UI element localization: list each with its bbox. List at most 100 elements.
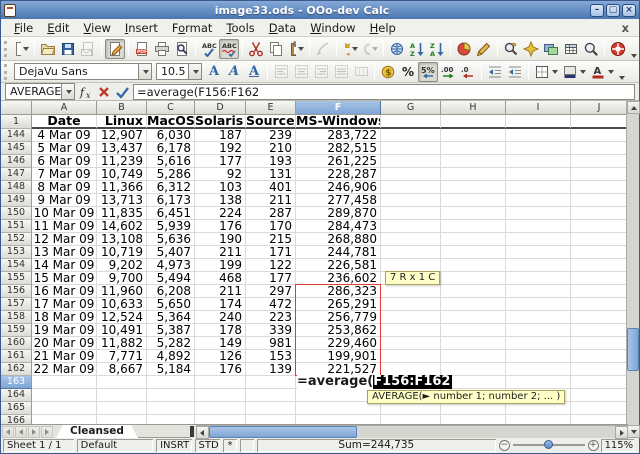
last-sheet-icon[interactable] <box>41 426 53 438</box>
cell[interactable]: 139 <box>246 363 296 376</box>
cell[interactable] <box>571 168 628 181</box>
font-name-value[interactable]: DejaVu Sans <box>14 63 138 80</box>
row-header-161[interactable]: 161 <box>1 350 32 363</box>
cell[interactable] <box>441 285 506 298</box>
cell[interactable]: 9 Mar 09 <box>32 194 97 207</box>
cell[interactable] <box>441 415 506 424</box>
delete-decimal-icon[interactable]: .0 <box>458 62 478 82</box>
spellcheck-icon[interactable]: ABC <box>199 39 219 59</box>
cell[interactable] <box>506 233 571 246</box>
font-size-dropdown-icon[interactable] <box>188 63 202 80</box>
cell[interactable]: 244,781 <box>296 246 381 259</box>
font-color-icon[interactable]: A <box>588 62 616 82</box>
cell[interactable] <box>571 311 628 324</box>
cell[interactable] <box>506 115 571 129</box>
italic-icon[interactable]: A <box>224 62 244 82</box>
cell[interactable]: 240 <box>195 311 246 324</box>
gallery-icon[interactable] <box>541 39 561 59</box>
row-header-144[interactable]: 144 <box>1 129 32 142</box>
cell[interactable]: Solaris <box>195 115 246 129</box>
row-header-146[interactable]: 146 <box>1 155 32 168</box>
cell[interactable]: MS-Windows <box>296 115 381 129</box>
cell[interactable] <box>32 376 97 389</box>
cell[interactable] <box>571 324 628 337</box>
cell[interactable] <box>246 402 296 415</box>
horizontal-scrollbar[interactable] <box>196 425 628 438</box>
column-header-D[interactable]: D <box>195 101 246 115</box>
maximize-button[interactable]: ▢ <box>606 4 620 17</box>
currency-icon[interactable]: $ <box>378 62 398 82</box>
cell[interactable]: 6,208 <box>147 285 195 298</box>
cell[interactable]: 11,835 <box>97 207 147 220</box>
cell[interactable]: 19 Mar 09 <box>32 324 97 337</box>
cell[interactable] <box>571 363 628 376</box>
cell[interactable]: Date <box>32 115 97 129</box>
cell[interactable] <box>506 285 571 298</box>
cell[interactable] <box>246 389 296 402</box>
cell[interactable] <box>441 259 506 272</box>
cell[interactable]: 8 Mar 09 <box>32 181 97 194</box>
increase-indent-icon[interactable] <box>505 62 525 82</box>
cell[interactable] <box>246 376 296 389</box>
first-sheet-icon[interactable] <box>2 426 14 438</box>
cell[interactable] <box>441 311 506 324</box>
cell[interactable]: 103 <box>195 181 246 194</box>
row-header-157[interactable]: 157 <box>1 298 32 311</box>
cell[interactable] <box>381 220 441 233</box>
cell[interactable] <box>571 402 628 415</box>
row-header-164[interactable]: 164 <box>1 389 32 402</box>
scroll-up-icon[interactable] <box>627 101 640 114</box>
cell[interactable]: 12,524 <box>97 311 147 324</box>
cell[interactable] <box>506 194 571 207</box>
cell[interactable] <box>381 155 441 168</box>
cell[interactable] <box>381 337 441 350</box>
cell[interactable] <box>147 415 195 424</box>
cell[interactable] <box>441 115 506 129</box>
column-header-G[interactable]: G <box>381 101 441 115</box>
cell[interactable]: 265,291 <box>296 298 381 311</box>
column-header-A[interactable]: A <box>32 101 97 115</box>
cell[interactable]: 5,616 <box>147 155 195 168</box>
font-size-combo[interactable]: 10.5 <box>156 63 202 80</box>
cell[interactable] <box>32 389 97 402</box>
cell[interactable]: 5,494 <box>147 272 195 285</box>
row-header-156[interactable]: 156 <box>1 285 32 298</box>
column-header-I[interactable]: I <box>506 101 571 115</box>
cell[interactable]: 226,581 <box>296 259 381 272</box>
cell[interactable] <box>32 415 97 424</box>
cell[interactable]: 256,779 <box>296 311 381 324</box>
column-header-E[interactable]: E <box>246 101 296 115</box>
cell[interactable]: 13,437 <box>97 142 147 155</box>
previous-sheet-icon[interactable] <box>15 426 27 438</box>
menu-edit[interactable]: Edit <box>40 20 76 36</box>
cell[interactable] <box>506 129 571 142</box>
sheet-tab-cleansed[interactable]: Cleansed <box>56 425 138 438</box>
cell[interactable]: 13,713 <box>97 194 147 207</box>
cell[interactable] <box>571 259 628 272</box>
add-decimal-icon[interactable]: .00 <box>438 62 458 82</box>
cancel-icon[interactable] <box>95 84 113 100</box>
cell[interactable]: 187 <box>195 129 246 142</box>
bold-icon[interactable]: A <box>204 62 224 82</box>
cell[interactable]: 8,667 <box>97 363 147 376</box>
row-header-154[interactable]: 154 <box>1 259 32 272</box>
cell[interactable]: 287 <box>246 207 296 220</box>
cell[interactable] <box>506 311 571 324</box>
row-header-145[interactable]: 145 <box>1 142 32 155</box>
toolbar-overflow-icon[interactable] <box>631 54 637 58</box>
zoom-in-icon[interactable]: + <box>588 440 599 451</box>
page-style-indicator[interactable]: Default <box>77 439 153 452</box>
cell[interactable]: 178 <box>195 324 246 337</box>
cell[interactable] <box>506 363 571 376</box>
zoom-out-icon[interactable]: − <box>499 440 510 451</box>
cell[interactable] <box>571 115 628 129</box>
cell[interactable] <box>506 324 571 337</box>
cell[interactable] <box>97 376 147 389</box>
cell[interactable] <box>381 115 441 129</box>
column-header-C[interactable]: C <box>147 101 195 115</box>
cell[interactable] <box>571 220 628 233</box>
cell[interactable] <box>441 233 506 246</box>
in-cell-formula-editor[interactable]: =average(F156:F162 <box>297 375 452 389</box>
font-name-combo[interactable]: DejaVu Sans <box>14 63 152 80</box>
cell[interactable]: 12,907 <box>97 129 147 142</box>
